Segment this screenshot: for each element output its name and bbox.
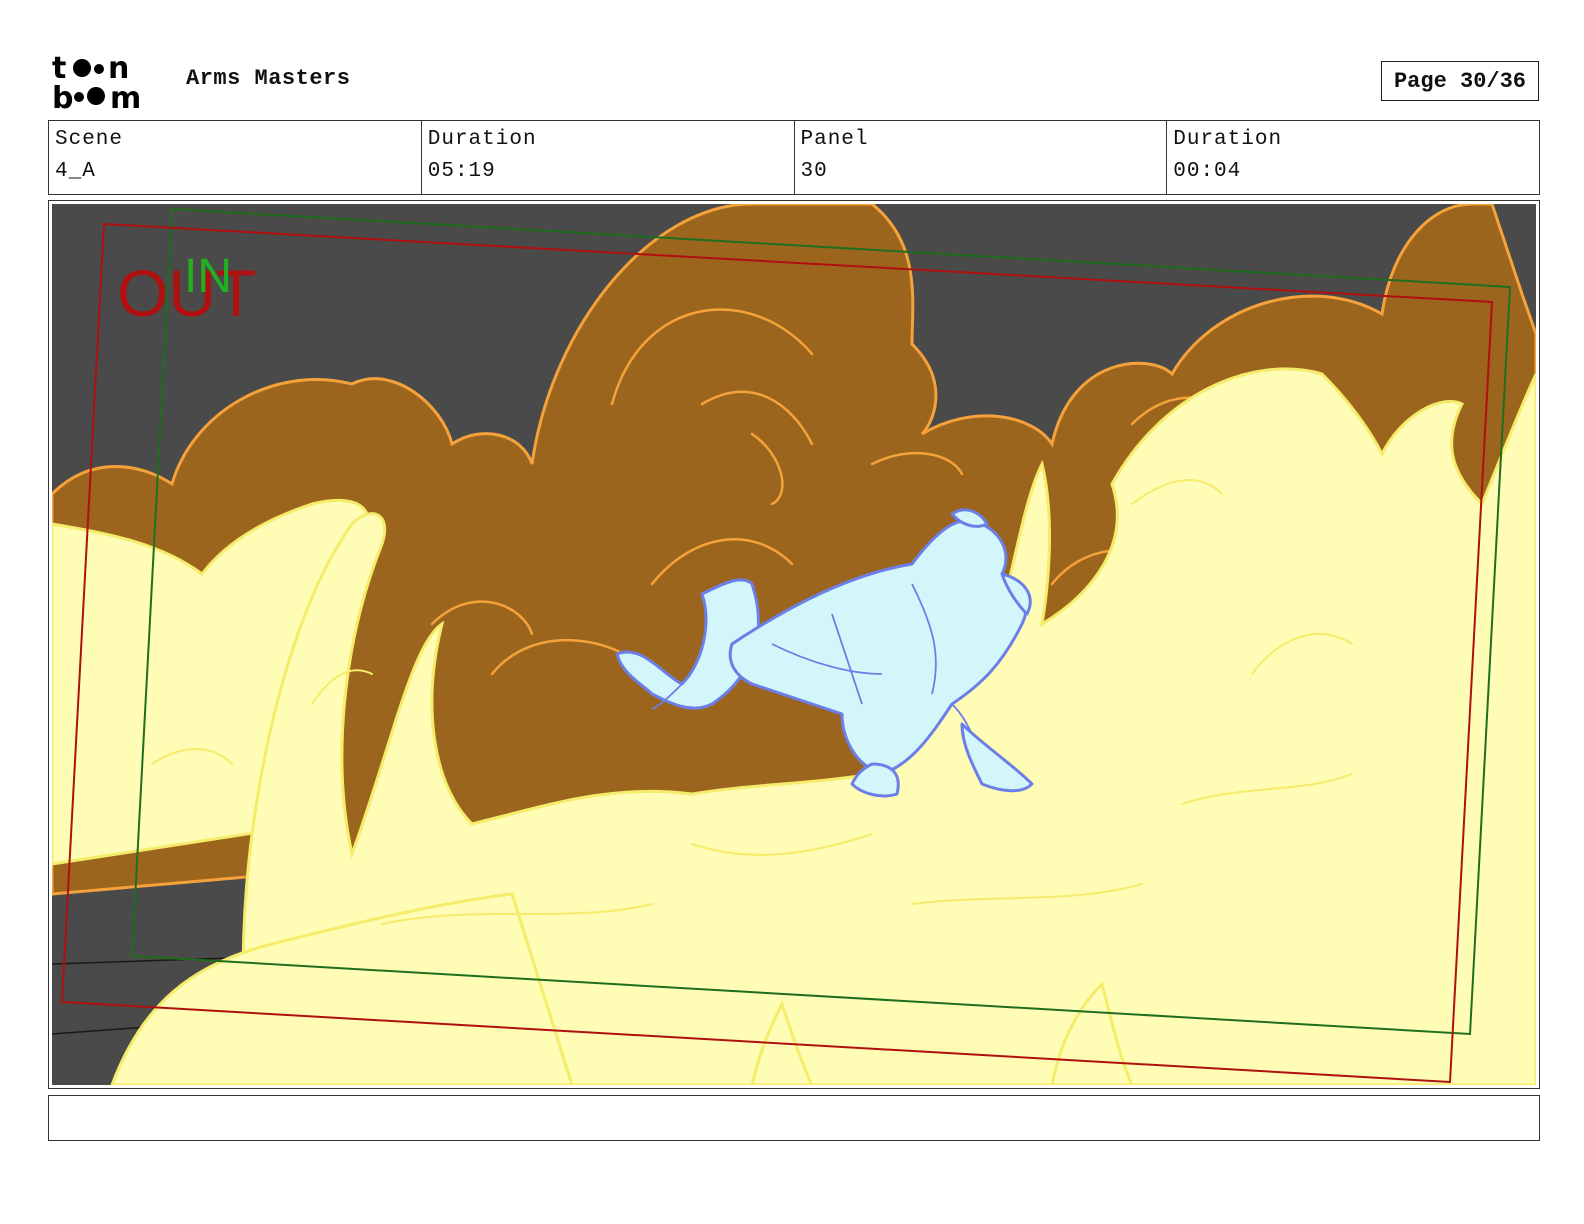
storyboard-panel: OUT IN [48,200,1540,1089]
panel-artwork: OUT IN [52,204,1536,1085]
scene-cell: Scene 4_A [49,121,422,194]
panel-duration-label: Duration [1173,128,1283,151]
scene-label: Scene [55,128,124,151]
scene-duration-cell: Duration 05:19 [422,121,795,194]
scene-info-table: Scene 4_A Duration 05:19 Panel 30 Durati… [48,120,1540,195]
panel-cell: Panel 30 [795,121,1168,194]
svg-text:b: b [52,81,73,110]
svg-text:m: m [110,81,141,110]
panel-duration-value: 00:04 [1173,160,1242,183]
in-frame-label: IN [184,250,232,303]
toon-boom-logo: t n b m [52,52,141,110]
panel-label: Panel [800,128,869,151]
panel-caption [48,1095,1540,1141]
page-indicator: Page 30/36 [1381,61,1539,101]
panel-value: 30 [800,160,828,183]
panel-duration-cell: Duration 00:04 [1167,121,1539,194]
scene-value: 4_A [55,160,96,183]
scene-duration-label: Duration [427,128,537,151]
scene-duration-value: 05:19 [427,160,496,183]
project-title: Arms Masters [186,66,351,91]
